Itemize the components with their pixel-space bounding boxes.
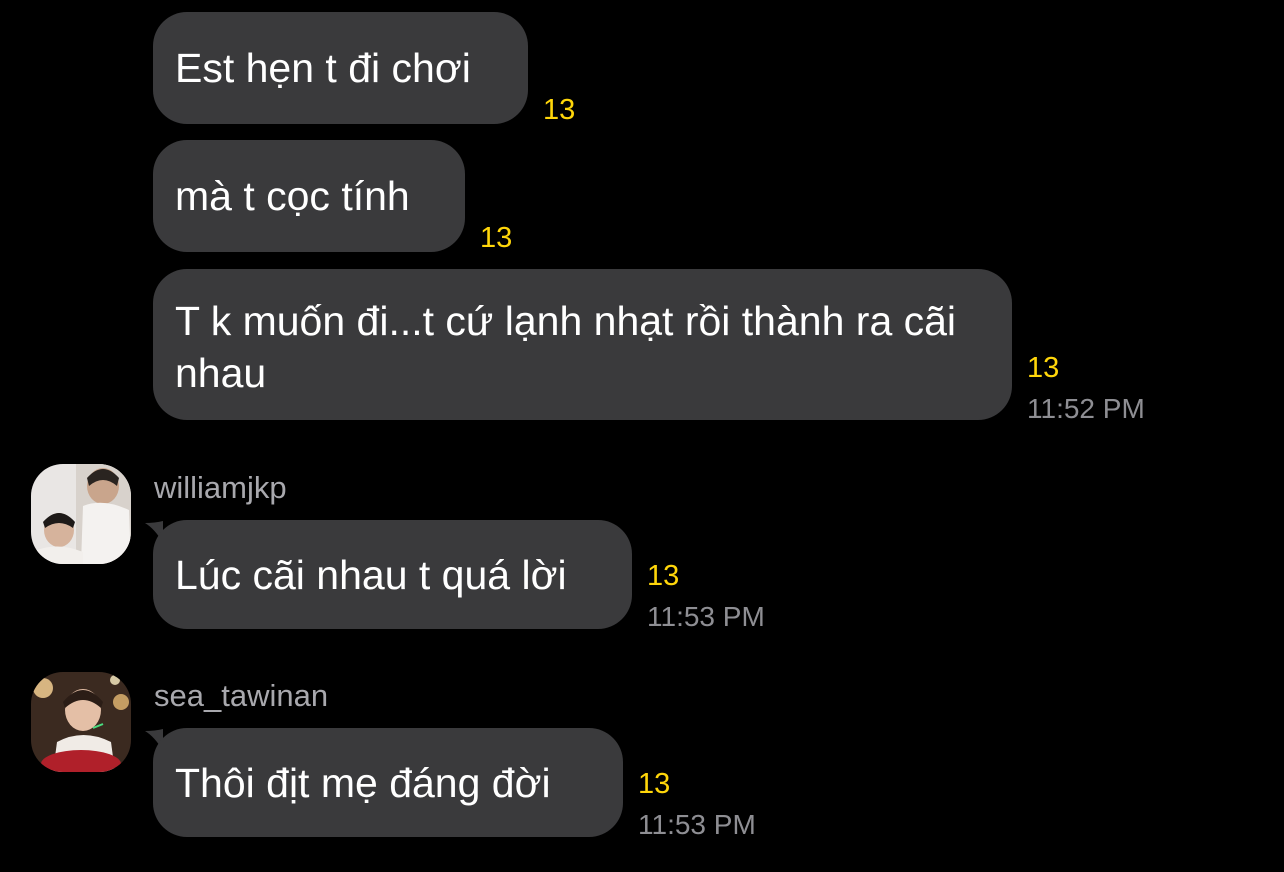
sender-name[interactable]: sea_tawinan xyxy=(154,678,328,714)
sender-name[interactable]: williamjkp xyxy=(154,470,287,506)
message-bubble[interactable]: T k muốn đi...t cứ lạnh nhạt rồi thành r… xyxy=(153,269,1012,420)
message-text: Lúc cãi nhau t quá lời xyxy=(175,551,567,598)
message-text: Thôi địt mẹ đáng đời xyxy=(175,759,551,806)
message-bubble[interactable]: mà t cọc tính xyxy=(153,140,465,252)
unread-count: 13 xyxy=(647,560,680,592)
unread-count: 13 xyxy=(480,222,513,254)
message-bubble[interactable]: Est hẹn t đi chơi xyxy=(153,12,528,124)
message-text: Est hẹn t đi chơi xyxy=(175,45,471,91)
message-text: mà t cọc tính xyxy=(175,173,410,219)
message-bubble[interactable]: Lúc cãi nhau t quá lời xyxy=(153,520,632,629)
message-timestamp: 11:53 PM xyxy=(647,601,765,632)
message-timestamp: 11:52 PM xyxy=(1027,393,1145,424)
unread-count: 13 xyxy=(638,768,671,800)
message-text: T k muốn đi...t cứ lạnh nhạt rồi thành r… xyxy=(175,298,957,396)
avatar-photo-icon xyxy=(31,672,131,772)
avatar[interactable] xyxy=(31,464,131,564)
avatar-photo-icon xyxy=(31,464,131,564)
message-bubble[interactable]: Thôi địt mẹ đáng đời xyxy=(153,728,623,837)
message-timestamp: 11:53 PM xyxy=(638,809,756,840)
unread-count: 13 xyxy=(543,94,576,126)
unread-count: 13 xyxy=(1027,352,1060,384)
avatar[interactable] xyxy=(31,672,131,772)
